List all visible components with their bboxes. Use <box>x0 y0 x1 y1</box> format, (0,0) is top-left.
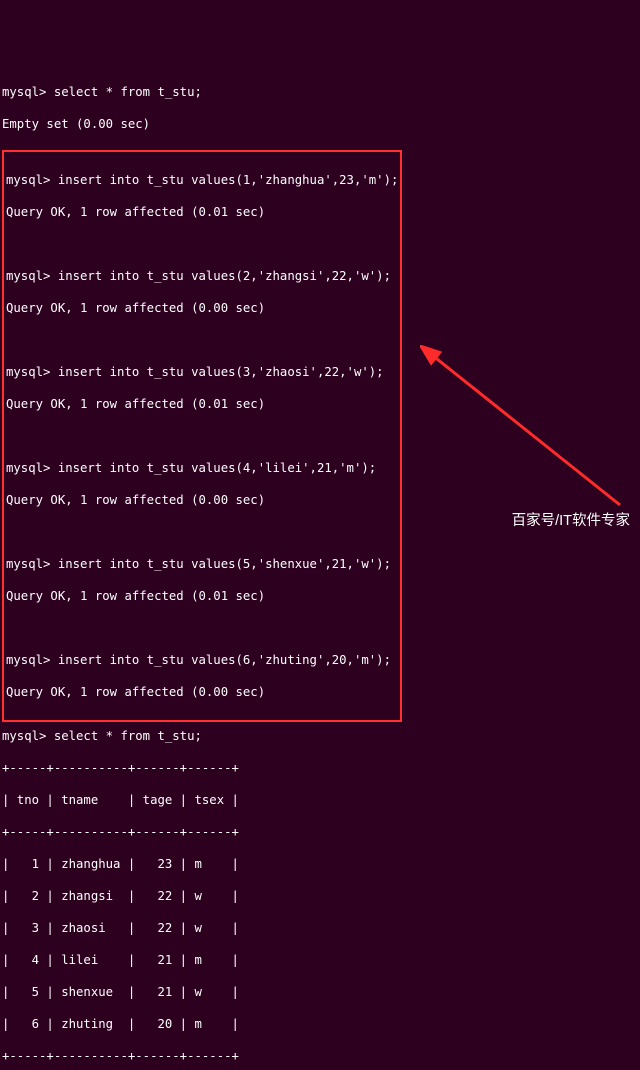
query-ok-line: Query OK, 1 row affected (0.00 sec) <box>6 492 398 508</box>
watermark-text: 百家号/IT软件专家 <box>512 513 630 529</box>
table-divider: +-----+----------+------+------+ <box>2 824 638 840</box>
blank-line <box>6 332 398 348</box>
empty-set-line: Empty set (0.00 sec) <box>2 116 638 132</box>
blank-line <box>6 236 398 252</box>
query-ok-line: Query OK, 1 row affected (0.01 sec) <box>6 588 398 604</box>
sql-select-line: mysql> select * from t_stu; <box>2 84 638 100</box>
sql-select-line: mysql> select * from t_stu; <box>2 728 638 744</box>
table-row: | 6 | zhuting | 20 | m | <box>2 1016 638 1032</box>
table-divider: +-----+----------+------+------+ <box>2 760 638 776</box>
table-row: | 4 | lilei | 21 | m | <box>2 952 638 968</box>
blank-line <box>6 524 398 540</box>
table-header: | tno | tname | tage | tsex | <box>2 792 638 808</box>
blank-line <box>6 620 398 636</box>
table-row: | 1 | zhanghua | 23 | m | <box>2 856 638 872</box>
insert-line: mysql> insert into t_stu values(3,'zhaos… <box>6 364 398 380</box>
query-ok-line: Query OK, 1 row affected (0.00 sec) <box>6 300 398 316</box>
insert-line: mysql> insert into t_stu values(4,'lilei… <box>6 460 398 476</box>
query-ok-line: Query OK, 1 row affected (0.00 sec) <box>6 684 398 700</box>
query-ok-line: Query OK, 1 row affected (0.01 sec) <box>6 396 398 412</box>
insert-line: mysql> insert into t_stu values(1,'zhang… <box>6 172 398 188</box>
blank-line <box>6 428 398 444</box>
highlight-box: mysql> insert into t_stu values(1,'zhang… <box>2 150 402 722</box>
table-row: | 3 | zhaosi | 22 | w | <box>2 920 638 936</box>
insert-line: mysql> insert into t_stu values(5,'shenx… <box>6 556 398 572</box>
insert-line: mysql> insert into t_stu values(2,'zhang… <box>6 268 398 284</box>
table-row: | 2 | zhangsi | 22 | w | <box>2 888 638 904</box>
table-divider: +-----+----------+------+------+ <box>2 1048 638 1064</box>
insert-line: mysql> insert into t_stu values(6,'zhuti… <box>6 652 398 668</box>
table-row: | 5 | shenxue | 21 | w | <box>2 984 638 1000</box>
query-ok-line: Query OK, 1 row affected (0.01 sec) <box>6 204 398 220</box>
terminal-window: mysql> select * from t_stu; Empty set (0… <box>0 64 640 1070</box>
